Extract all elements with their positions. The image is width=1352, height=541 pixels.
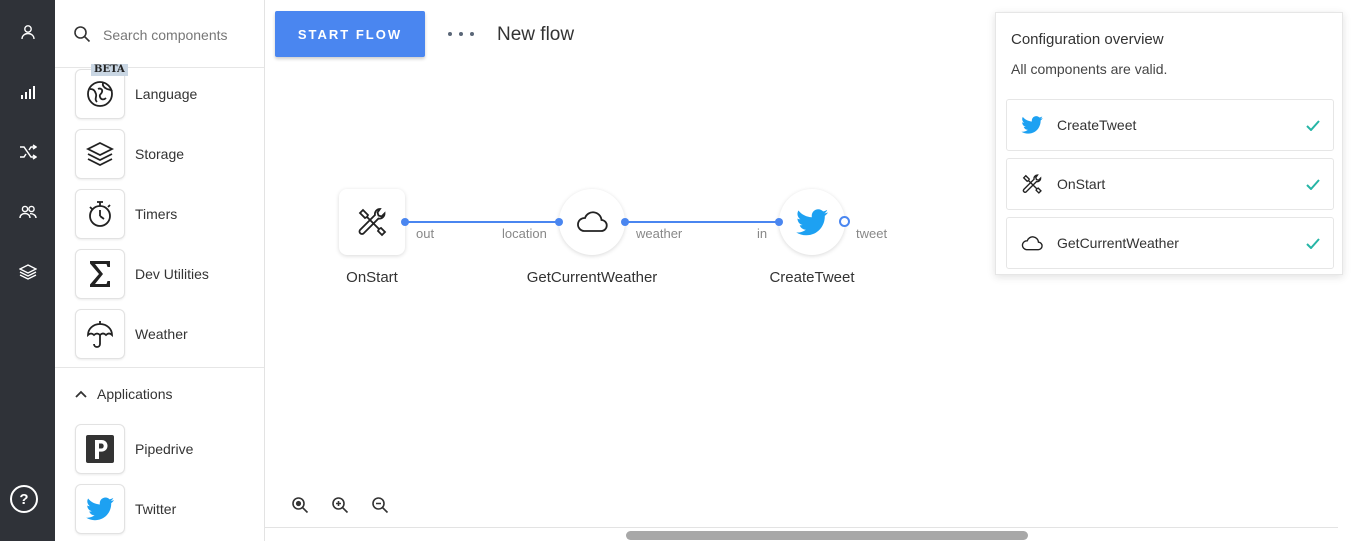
language-icon	[87, 81, 113, 107]
nav-user[interactable]	[0, 17, 55, 47]
port-label: out	[416, 226, 435, 241]
node-label: OnStart	[346, 269, 398, 286]
component-timers[interactable]: Timers	[75, 187, 260, 241]
component-label: Timers	[135, 206, 178, 222]
config-status: All components are valid.	[1011, 61, 1168, 77]
component-icon-box	[75, 309, 125, 359]
search-bar	[55, 0, 264, 68]
component-label: Pipedrive	[135, 441, 194, 457]
nav-flows[interactable]	[0, 137, 55, 167]
nav-statistics[interactable]	[0, 77, 55, 107]
umbrella-icon	[87, 321, 113, 348]
signal-bars-icon	[20, 86, 35, 99]
checkmark-icon	[1306, 237, 1320, 249]
twitter-icon	[1021, 116, 1043, 134]
application-twitter[interactable]: Twitter	[75, 482, 260, 536]
component-label: Language	[135, 86, 198, 102]
navigation-rail: ?	[0, 0, 55, 541]
users-icon	[18, 205, 37, 219]
component-language[interactable]: BETA Language	[75, 64, 260, 121]
port-label: tweet	[856, 226, 888, 241]
output-port-tweet[interactable]	[839, 216, 850, 227]
component-icon-box	[75, 484, 125, 534]
nav-components[interactable]	[0, 257, 55, 287]
pipedrive-icon	[86, 435, 114, 463]
search-input[interactable]	[103, 24, 253, 46]
input-port-in[interactable]	[775, 218, 783, 226]
component-weather[interactable]: Weather	[75, 307, 260, 361]
cloud-icon	[577, 211, 608, 232]
cloud-icon	[1021, 235, 1043, 250]
config-item-createtweet[interactable]: CreateTweet	[1006, 99, 1334, 151]
shuffle-icon	[19, 144, 37, 160]
user-icon	[20, 25, 35, 40]
more-options-button[interactable]	[448, 24, 474, 44]
component-icon-box: BETA	[75, 64, 128, 119]
zoom-out-icon	[372, 497, 389, 514]
zoom-fit-icon	[292, 497, 309, 514]
flow-node-createtweet[interactable]	[779, 189, 845, 255]
zoom-out-button[interactable]	[369, 494, 391, 516]
config-title: Configuration overview	[1011, 31, 1164, 48]
component-icon-box	[75, 249, 125, 299]
horizontal-scrollbar[interactable]	[626, 531, 1028, 540]
panel-divider	[55, 367, 264, 368]
flow-name[interactable]: New flow	[497, 24, 574, 46]
dot	[448, 32, 452, 36]
applications-section-header[interactable]: Applications	[75, 384, 173, 404]
start-flow-button[interactable]: START FLOW	[275, 11, 425, 57]
canvas-bottom-border	[265, 527, 1338, 528]
port-label: location	[502, 226, 547, 241]
tools-icon	[358, 208, 387, 237]
flow-node-onstart[interactable]	[339, 189, 405, 255]
output-port-out[interactable]	[401, 218, 409, 226]
twitter-icon	[86, 497, 114, 521]
dot	[459, 32, 463, 36]
sigma-icon	[90, 261, 110, 287]
component-label: Storage	[135, 146, 185, 162]
component-storage[interactable]: Storage	[75, 127, 260, 181]
checkmark-icon	[1306, 119, 1320, 131]
input-port-location[interactable]	[555, 218, 563, 226]
connection-weather-tweet	[625, 221, 779, 223]
dot	[470, 32, 474, 36]
component-label: Dev Utilities	[135, 266, 209, 282]
config-item-getcurrentweather[interactable]: GetCurrentWeather	[1006, 217, 1334, 269]
component-icon-box	[75, 189, 125, 239]
zoom-fit-button[interactable]	[289, 494, 311, 516]
help-button[interactable]: ?	[10, 485, 38, 513]
config-item-name: GetCurrentWeather	[1057, 235, 1179, 251]
layers-icon	[18, 264, 37, 280]
config-item-name: OnStart	[1057, 176, 1106, 192]
nav-users[interactable]	[0, 197, 55, 227]
component-icon-box	[75, 129, 125, 179]
chevron-up-icon	[75, 390, 87, 398]
search-icon	[74, 26, 91, 43]
checkmark-icon	[1306, 178, 1320, 190]
beta-badge: BETA	[91, 64, 128, 76]
zoom-in-icon	[332, 497, 349, 514]
output-port-weather[interactable]	[621, 218, 629, 226]
connection-onstart-weather	[405, 221, 559, 223]
section-label: Applications	[97, 386, 173, 402]
component-label: Twitter	[135, 501, 177, 517]
tools-icon	[1022, 174, 1042, 194]
node-label: GetCurrentWeather	[526, 269, 658, 286]
config-item-name: CreateTweet	[1057, 117, 1137, 133]
twitter-icon	[796, 208, 828, 235]
port-label: weather	[636, 226, 683, 241]
configuration-overview-panel: Configuration overview All components ar…	[995, 12, 1343, 275]
node-label: CreateTweet	[769, 269, 855, 286]
port-label: in	[757, 226, 768, 241]
flow-node-getcurrentweather[interactable]	[559, 189, 625, 255]
stopwatch-icon	[89, 201, 111, 227]
component-dev-utilities[interactable]: Dev Utilities	[75, 247, 260, 301]
components-panel: BETA Language Storage Timers Dev Utiliti…	[55, 0, 265, 541]
component-icon-box	[75, 424, 125, 474]
layers-icon	[86, 141, 114, 167]
zoom-in-button[interactable]	[329, 494, 351, 516]
application-pipedrive[interactable]: Pipedrive	[75, 422, 260, 476]
component-label: Weather	[135, 326, 188, 342]
config-item-onstart[interactable]: OnStart	[1006, 158, 1334, 210]
